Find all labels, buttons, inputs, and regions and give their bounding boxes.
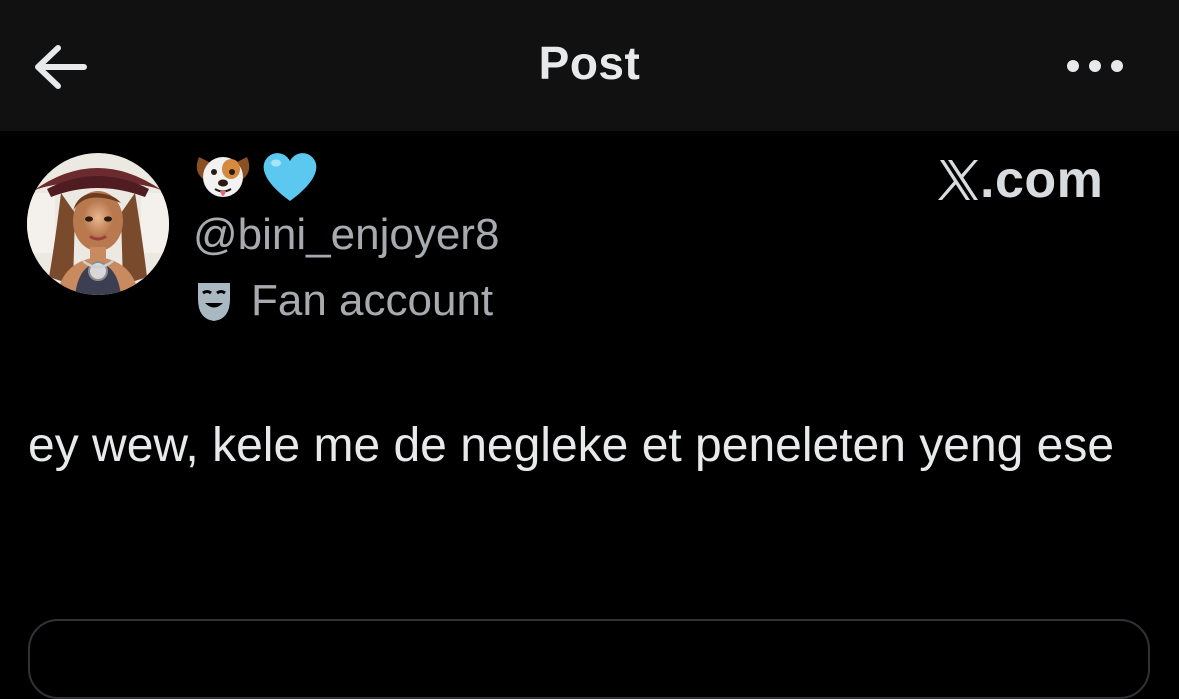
account-label-text: Fan account [251,276,494,325]
top-bar: Post [0,0,1179,131]
post-text: ey wew, kele me de negleke et peneleten … [28,419,1115,472]
display-name[interactable] [193,146,321,206]
light-blue-heart-emoji [263,153,317,201]
avatar-image [27,153,169,295]
watermark-text: .com [980,151,1104,209]
watermark: .com [938,150,1103,210]
more-horizontal-icon [1067,60,1123,72]
theater-mask-icon [198,283,230,321]
quoted-post-card[interactable] [28,619,1150,699]
account-label: Fan account [195,274,493,328]
dog-face-emoji [196,157,250,197]
avatar[interactable] [27,153,169,295]
page-title: Post [538,37,641,89]
user-handle[interactable]: @bini_enjoyer8 [193,210,499,260]
more-options-button[interactable] [1062,48,1128,84]
x-logo-icon [938,160,978,200]
